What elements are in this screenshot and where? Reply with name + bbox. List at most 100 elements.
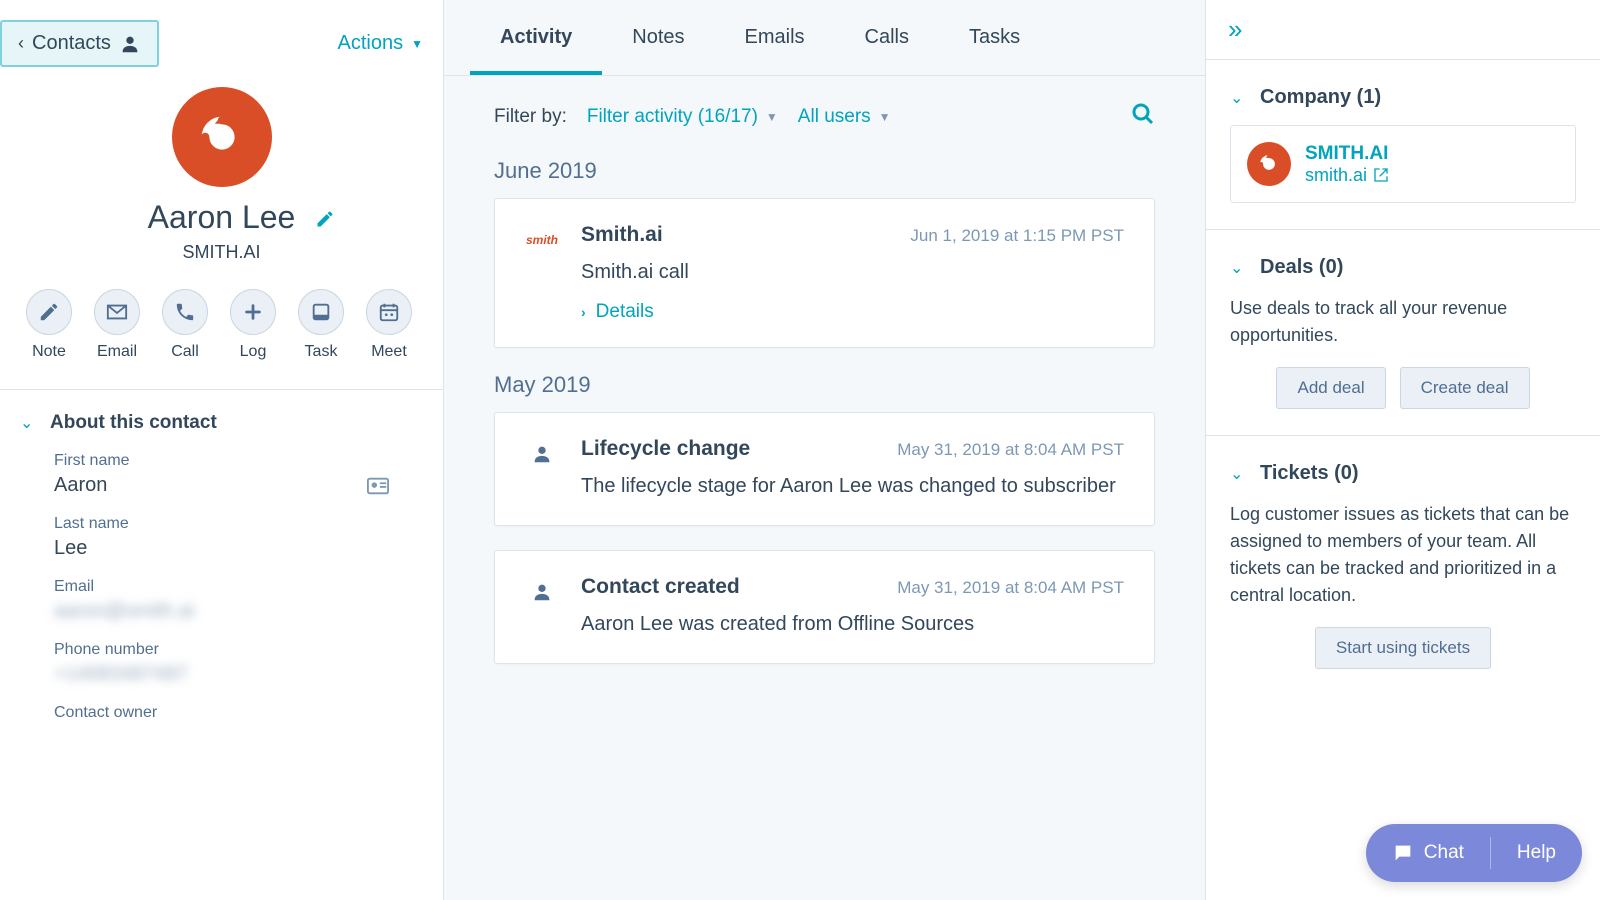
filter-activity-dropdown[interactable]: Filter activity (16/17) ▼ bbox=[587, 106, 778, 128]
chevron-down-icon: ⌄ bbox=[1230, 258, 1246, 278]
back-label: Contacts bbox=[32, 32, 111, 55]
call-action[interactable]: Call bbox=[162, 289, 208, 361]
chevron-down-icon: ⌄ bbox=[20, 413, 36, 433]
activity-title: Smith.ai bbox=[581, 223, 663, 247]
filter-users-text: All users bbox=[798, 106, 871, 128]
contact-icon bbox=[119, 33, 141, 55]
tabs: Activity Notes Emails Calls Tasks bbox=[444, 0, 1205, 76]
filter-activity-text: Filter activity (16/17) bbox=[587, 106, 758, 128]
log-action[interactable]: Log bbox=[230, 289, 276, 361]
note-icon bbox=[38, 301, 60, 323]
log-label: Log bbox=[230, 343, 276, 361]
external-link-icon bbox=[1373, 167, 1389, 183]
tickets-text: Log customer issues as tickets that can … bbox=[1230, 501, 1576, 609]
first-name-field[interactable]: Aaron bbox=[54, 474, 389, 497]
tab-calls[interactable]: Calls bbox=[835, 0, 939, 75]
task-action[interactable]: Task bbox=[298, 289, 344, 361]
owner-label: Contact owner bbox=[54, 704, 389, 722]
meet-label: Meet bbox=[366, 343, 412, 361]
chat-help-widget: Chat Help bbox=[1366, 824, 1582, 882]
back-to-contacts-button[interactable]: ‹ Contacts bbox=[0, 20, 159, 67]
add-deal-button[interactable]: Add deal bbox=[1276, 367, 1385, 409]
chevron-right-icon: › bbox=[581, 304, 586, 320]
company-logo bbox=[1247, 142, 1291, 186]
pencil-icon bbox=[315, 209, 335, 229]
activity-card[interactable]: Contact created May 31, 2019 at 8:04 AM … bbox=[494, 550, 1155, 664]
chevrons-right-icon: » bbox=[1228, 14, 1242, 44]
meet-action[interactable]: Meet bbox=[366, 289, 412, 361]
caret-down-icon: ▼ bbox=[411, 37, 423, 51]
filter-users-dropdown[interactable]: All users ▼ bbox=[798, 106, 891, 128]
month-heading: May 2019 bbox=[444, 372, 1205, 412]
meet-icon bbox=[378, 301, 400, 323]
activity-date: Jun 1, 2019 at 1:15 PM PST bbox=[910, 226, 1124, 246]
edit-name-button[interactable] bbox=[315, 209, 335, 235]
tab-notes[interactable]: Notes bbox=[602, 0, 714, 75]
company-logo-icon bbox=[192, 107, 252, 167]
help-button[interactable]: Help bbox=[1491, 824, 1582, 882]
chevron-left-icon: ‹ bbox=[18, 33, 24, 54]
smith-badge-icon: smith bbox=[525, 223, 559, 257]
call-icon bbox=[174, 301, 196, 323]
activity-card[interactable]: smith Smith.ai Jun 1, 2019 at 1:15 PM PS… bbox=[494, 198, 1155, 348]
quick-actions-row: Note Email Call Log Task Meet bbox=[0, 289, 443, 389]
details-label: Details bbox=[596, 301, 654, 323]
tickets-section-toggle[interactable]: ⌄ Tickets (0) bbox=[1230, 462, 1576, 485]
company-section-toggle[interactable]: ⌄ Company (1) bbox=[1230, 86, 1576, 109]
activity-desc: Smith.ai call bbox=[581, 257, 1124, 287]
about-section-toggle[interactable]: ⌄ About this contact bbox=[0, 390, 443, 452]
phone-value: +14083487487 bbox=[54, 663, 188, 686]
chevron-down-icon: ⌄ bbox=[1230, 464, 1246, 484]
start-tickets-button[interactable]: Start using tickets bbox=[1315, 627, 1491, 669]
company-domain-link[interactable]: smith.ai bbox=[1305, 165, 1389, 186]
company-domain-text: smith.ai bbox=[1305, 165, 1367, 186]
deals-section-toggle[interactable]: ⌄ Deals (0) bbox=[1230, 256, 1576, 279]
tickets-heading: Tickets (0) bbox=[1260, 462, 1359, 485]
chat-icon bbox=[1392, 842, 1414, 864]
phone-field[interactable]: +14083487487 bbox=[54, 663, 389, 686]
company-card[interactable]: SMITH.AI smith.ai bbox=[1230, 125, 1576, 203]
actions-label: Actions bbox=[338, 32, 404, 55]
last-name-value: Lee bbox=[54, 537, 87, 560]
deals-heading: Deals (0) bbox=[1260, 256, 1343, 279]
expand-sidebar-button[interactable]: » bbox=[1206, 0, 1600, 60]
create-deal-button[interactable]: Create deal bbox=[1400, 367, 1530, 409]
details-toggle[interactable]: › Details bbox=[581, 301, 654, 323]
caret-down-icon: ▼ bbox=[879, 110, 891, 124]
phone-label: Phone number bbox=[54, 641, 389, 659]
activity-card[interactable]: Lifecycle change May 31, 2019 at 8:04 AM… bbox=[494, 412, 1155, 526]
last-name-field[interactable]: Lee bbox=[54, 537, 389, 560]
activity-date: May 31, 2019 at 8:04 AM PST bbox=[897, 578, 1124, 598]
email-label: Email bbox=[94, 343, 140, 361]
tab-activity[interactable]: Activity bbox=[470, 0, 602, 75]
month-heading: June 2019 bbox=[444, 158, 1205, 198]
note-action[interactable]: Note bbox=[26, 289, 72, 361]
tab-tasks[interactable]: Tasks bbox=[939, 0, 1050, 75]
email-icon bbox=[106, 301, 128, 323]
filter-by-label: Filter by: bbox=[494, 106, 567, 128]
company-name-link[interactable]: SMITH.AI bbox=[1305, 143, 1389, 165]
chat-button[interactable]: Chat bbox=[1366, 824, 1490, 882]
person-badge-icon bbox=[525, 575, 559, 609]
contact-name: Aaron Lee bbox=[148, 199, 296, 236]
tab-emails[interactable]: Emails bbox=[715, 0, 835, 75]
company-heading: Company (1) bbox=[1260, 86, 1381, 109]
chat-label: Chat bbox=[1424, 842, 1464, 864]
activity-title: Lifecycle change bbox=[581, 437, 750, 461]
task-label: Task bbox=[298, 343, 344, 361]
call-label: Call bbox=[162, 343, 208, 361]
email-action[interactable]: Email bbox=[94, 289, 140, 361]
actions-dropdown[interactable]: Actions ▼ bbox=[338, 32, 423, 55]
caret-down-icon: ▼ bbox=[766, 110, 778, 124]
contact-card-icon bbox=[367, 477, 389, 495]
contact-avatar[interactable] bbox=[172, 87, 272, 187]
activity-title: Contact created bbox=[581, 575, 740, 599]
email-value: aaron@smith.ai bbox=[54, 600, 194, 623]
activity-desc: Aaron Lee was created from Offline Sourc… bbox=[581, 609, 1124, 639]
search-button[interactable] bbox=[1131, 102, 1155, 132]
person-badge-icon bbox=[525, 437, 559, 471]
help-label: Help bbox=[1517, 842, 1556, 864]
about-heading: About this contact bbox=[50, 412, 217, 434]
email-field[interactable]: aaron@smith.ai bbox=[54, 600, 389, 623]
task-icon bbox=[310, 301, 332, 323]
